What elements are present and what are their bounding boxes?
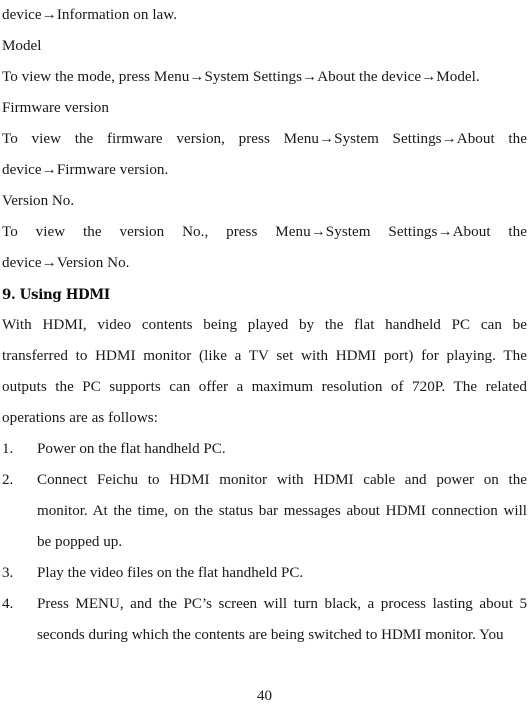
paragraph-firmware-version-instructions: To view the firmware version, press Menu…	[2, 124, 527, 186]
list-item-number: 4.	[2, 596, 14, 612]
hdmi-steps-list: 1. Power on the flat handheld PC. 2. Con…	[2, 434, 527, 651]
list-item: 4. Press MENU, and the PC’s screen will …	[2, 589, 527, 651]
list-item-body: Connect Feichu to HDMI monitor with HDMI…	[37, 465, 527, 558]
paragraph-model-instructions: To view the mode, press Menu→System Sett…	[2, 62, 527, 93]
text-line: transferred to HDMI monitor (like a TV s…	[2, 348, 527, 364]
list-item-body: Press MENU, and the PC’s screen will tur…	[37, 589, 527, 651]
text-line: Power on the flat handheld PC.	[37, 441, 226, 457]
text-line: Play the video files on the flat handhel…	[37, 565, 304, 581]
list-item-number: 3.	[2, 565, 14, 581]
section-heading-using-hdmi: 9. Using HDMI	[2, 286, 110, 303]
text-line: monitor. At the time, on the status bar …	[37, 503, 527, 519]
list-item: 2. Connect Feichu to HDMI monitor with H…	[2, 465, 527, 558]
list-item-body: Power on the flat handheld PC.	[37, 434, 527, 465]
text-line: Connect Feichu to HDMI monitor with HDMI…	[37, 472, 527, 488]
text-line: With HDMI, video contents being played b…	[2, 317, 527, 333]
list-item-number: 1.	[2, 441, 14, 457]
label-model: Model	[2, 38, 42, 54]
paragraph-continuation-information-on-law: device→Information on law.	[2, 0, 527, 31]
document-page: device→Information on law. Model To view…	[0, 0, 529, 711]
page-number: 40	[256, 688, 273, 704]
text-line: be popped up.	[37, 534, 123, 550]
list-item: 3. Play the video files on the flat hand…	[2, 558, 527, 589]
page-content: device→Information on law. Model To view…	[2, 0, 527, 651]
list-item-number: 2.	[2, 472, 14, 488]
paragraph-hdmi-overview: With HDMI, video contents being played b…	[2, 310, 527, 434]
label-version-no: Version No.	[2, 193, 75, 209]
text-line: device→Version No.	[2, 255, 130, 271]
list-item: 1. Power on the flat handheld PC.	[2, 434, 527, 465]
list-item-body: Play the video files on the flat handhel…	[37, 558, 527, 589]
text-line: To view the mode, press Menu→System Sett…	[2, 69, 480, 85]
text-line: device→Firmware version.	[2, 162, 169, 178]
text-line: operations are as follows:	[2, 410, 158, 426]
text-line: outputs the PC supports can offer a maxi…	[2, 379, 527, 395]
paragraph-version-no-instructions: To view the version No., press Menu→Syst…	[2, 217, 527, 279]
text-line: To view the firmware version, press Menu…	[2, 131, 527, 147]
text-line: To view the version No., press Menu→Syst…	[2, 224, 527, 240]
label-firmware-version: Firmware version	[2, 100, 109, 116]
text-line: Press MENU, and the PC’s screen will tur…	[37, 596, 527, 612]
text-line: device→Information on law.	[2, 7, 178, 23]
text-line: seconds during which the contents are be…	[37, 627, 504, 643]
